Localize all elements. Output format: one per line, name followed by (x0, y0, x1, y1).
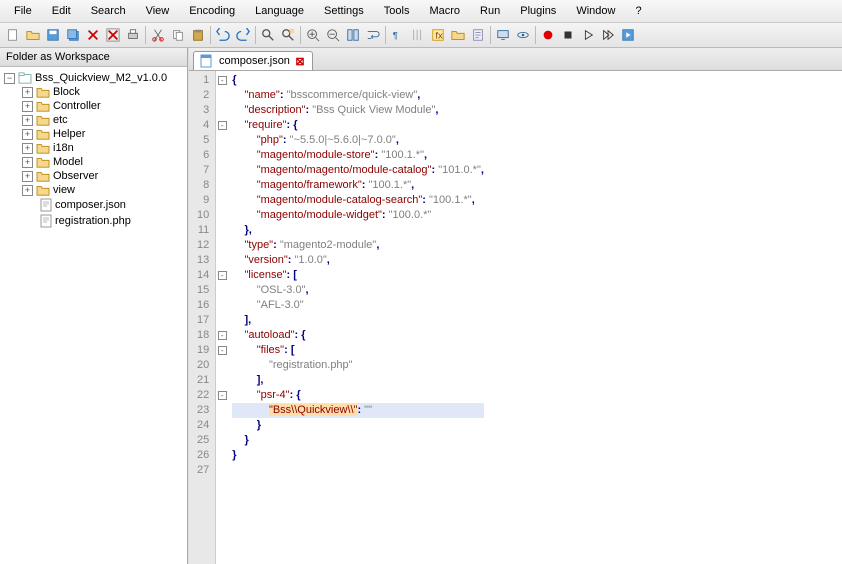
stop-macro-icon[interactable] (559, 26, 577, 44)
folder-icon (36, 114, 50, 126)
file-icon (40, 198, 52, 212)
function-list-icon[interactable]: fx (429, 26, 447, 44)
record-macro-icon[interactable] (539, 26, 557, 44)
folder-icon (36, 86, 50, 98)
save-icon[interactable] (44, 26, 62, 44)
undo-icon[interactable] (214, 26, 232, 44)
expand-icon[interactable]: + (22, 171, 33, 182)
find-icon[interactable] (259, 26, 277, 44)
folder-icon (36, 142, 50, 154)
folder-icon (36, 128, 50, 140)
expand-icon[interactable]: + (22, 129, 33, 140)
tab-composer[interactable]: composer.json ⊠ (193, 51, 313, 70)
fold-icon[interactable]: - (218, 121, 227, 130)
folder-workspace-icon[interactable] (449, 26, 467, 44)
code-content[interactable]: { "name": "bsscommerce/quick-view", "des… (228, 71, 488, 564)
editor-area: composer.json ⊠ 123456789101112131415161… (188, 48, 842, 564)
expand-icon[interactable]: + (22, 143, 33, 154)
tab-close-icon[interactable]: ⊠ (294, 55, 306, 67)
tree-file-registration[interactable]: registration.php (2, 213, 185, 229)
show-eye-icon[interactable] (514, 26, 532, 44)
tree-folder-etc[interactable]: +etc (2, 113, 185, 127)
svg-text:fx: fx (435, 31, 443, 42)
monitor-icon[interactable] (494, 26, 512, 44)
sync-scroll-icon[interactable] (344, 26, 362, 44)
tree-folder-helper[interactable]: +Helper (2, 127, 185, 141)
folder-icon (36, 156, 50, 168)
tabstrip: composer.json ⊠ (189, 48, 842, 71)
indent-guide-icon[interactable] (409, 26, 427, 44)
folder-icon (36, 170, 50, 182)
show-chars-icon[interactable]: ¶ (389, 26, 407, 44)
file-tree: − Bss_Quickview_M2_v1.0.0 +Block +Contro… (0, 67, 187, 564)
menu-help[interactable]: ? (625, 2, 651, 20)
print-icon[interactable] (124, 26, 142, 44)
tree-folder-view[interactable]: +view (2, 183, 185, 197)
redo-icon[interactable] (234, 26, 252, 44)
expand-icon[interactable]: + (22, 87, 33, 98)
zoom-in-icon[interactable] (304, 26, 322, 44)
menu-edit[interactable]: Edit (42, 2, 81, 20)
tab-label: composer.json (219, 55, 290, 67)
save-all-icon[interactable] (64, 26, 82, 44)
expand-icon[interactable]: + (22, 157, 33, 168)
tree-folder-observer[interactable]: +Observer (2, 169, 185, 183)
menu-run[interactable]: Run (470, 2, 510, 20)
menu-file[interactable]: File (4, 2, 42, 20)
menu-view[interactable]: View (136, 2, 180, 20)
doc-map-icon[interactable] (469, 26, 487, 44)
file-icon (40, 214, 52, 228)
expand-icon[interactable]: + (22, 101, 33, 112)
close-all-icon[interactable] (104, 26, 122, 44)
new-file-icon[interactable] (4, 26, 22, 44)
tree-root[interactable]: − Bss_Quickview_M2_v1.0.0 (2, 71, 185, 85)
menu-window[interactable]: Window (566, 2, 625, 20)
menu-tools[interactable]: Tools (374, 2, 420, 20)
menu-encoding[interactable]: Encoding (179, 2, 245, 20)
tree-folder-model[interactable]: +Model (2, 155, 185, 169)
fold-icon[interactable]: - (218, 271, 227, 280)
menubar: File Edit Search View Encoding Language … (0, 0, 842, 23)
replace-icon[interactable] (279, 26, 297, 44)
fold-column: - - - - - - (216, 71, 228, 564)
code-editor[interactable]: 1234567891011121314151617181920212223242… (189, 71, 842, 564)
expand-icon[interactable]: + (22, 115, 33, 126)
menu-macro[interactable]: Macro (419, 2, 470, 20)
play-macro-icon[interactable] (579, 26, 597, 44)
sidebar: Folder as Workspace − Bss_Quickview_M2_v… (0, 48, 188, 564)
wrap-icon[interactable] (364, 26, 382, 44)
tree-folder-controller[interactable]: +Controller (2, 99, 185, 113)
toolbar: ¶ fx (0, 23, 842, 48)
tree-file-composer[interactable]: composer.json (2, 197, 185, 213)
cut-icon[interactable] (149, 26, 167, 44)
gutter: 1234567891011121314151617181920212223242… (189, 71, 216, 564)
fold-icon[interactable]: - (218, 331, 227, 340)
copy-icon[interactable] (169, 26, 187, 44)
folder-icon (36, 184, 50, 196)
expand-icon[interactable]: + (22, 185, 33, 196)
open-file-icon[interactable] (24, 26, 42, 44)
menu-language[interactable]: Language (245, 2, 314, 20)
menu-search[interactable]: Search (81, 2, 136, 20)
paste-icon[interactable] (189, 26, 207, 44)
close-icon[interactable] (84, 26, 102, 44)
folder-icon (36, 100, 50, 112)
zoom-out-icon[interactable] (324, 26, 342, 44)
collapse-icon[interactable]: − (4, 73, 15, 84)
save-macro-icon[interactable] (619, 26, 637, 44)
fold-icon[interactable]: - (218, 391, 227, 400)
file-icon (200, 54, 212, 68)
tree-folder-i18n[interactable]: +i18n (2, 141, 185, 155)
project-icon (18, 72, 32, 84)
svg-text:¶: ¶ (393, 31, 398, 42)
fold-icon[interactable]: - (218, 346, 227, 355)
menu-settings[interactable]: Settings (314, 2, 374, 20)
play-multi-icon[interactable] (599, 26, 617, 44)
panel-title: Folder as Workspace (0, 48, 187, 67)
menu-plugins[interactable]: Plugins (510, 2, 566, 20)
tree-folder-block[interactable]: +Block (2, 85, 185, 99)
fold-icon[interactable]: - (218, 76, 227, 85)
